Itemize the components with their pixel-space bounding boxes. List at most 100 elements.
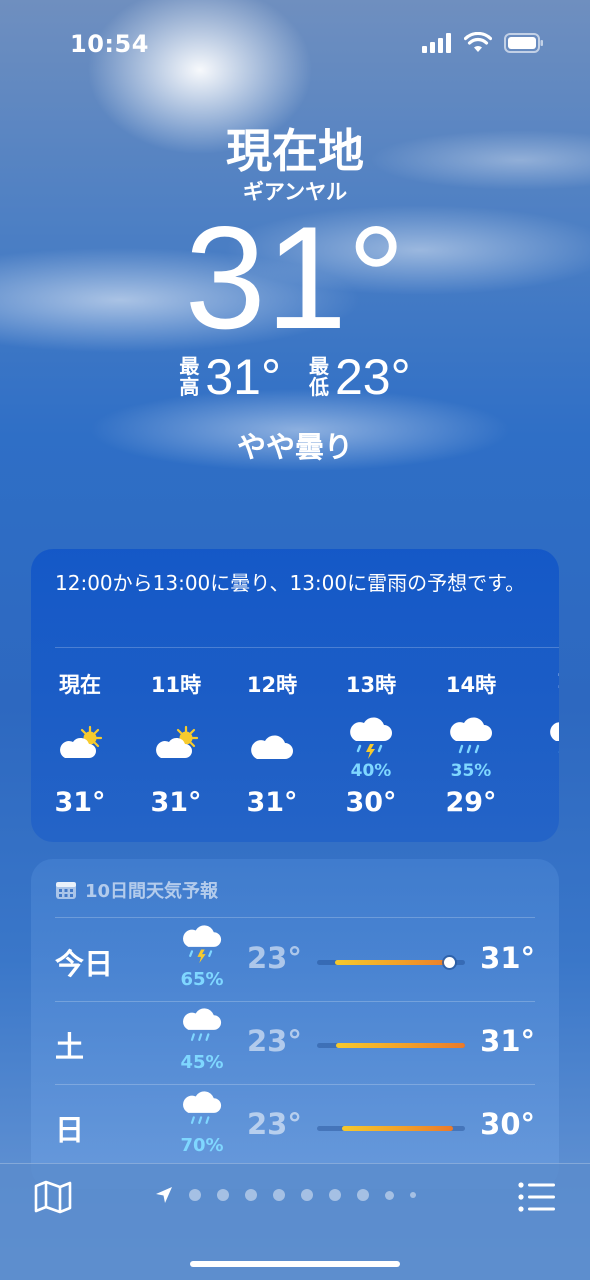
hour-precip: 3 <box>526 761 559 783</box>
hour-label: 13時 <box>345 673 397 697</box>
hour-temp: 31° <box>246 787 298 818</box>
ten-day-forecast-card[interactable]: 10日間天気予報 今日 65% 23° 31° 土 45% 23° 31° 日 … <box>31 859 559 1189</box>
hourly-divider <box>55 647 559 648</box>
page-indicator[interactable] <box>155 1186 416 1204</box>
low-temperature: 最 低 23° <box>309 352 411 402</box>
status-icons <box>422 32 544 53</box>
cloud-icon <box>227 711 317 761</box>
hour-temp: 31° <box>54 787 106 818</box>
page-dot[interactable] <box>301 1189 313 1201</box>
daily-header: 10日間天気予報 <box>55 877 218 903</box>
current-temp-marker <box>443 957 455 968</box>
weather-condition: やや曇り <box>236 430 353 464</box>
hour-precip <box>227 761 317 783</box>
temperature-range-fill <box>334 960 455 965</box>
high-value: 31° <box>205 349 281 405</box>
status-bar: 10:54 <box>0 0 590 90</box>
page-dot[interactable] <box>410 1192 416 1198</box>
low-label-top: 最 <box>309 354 329 378</box>
temperature-range-bar <box>317 1126 465 1131</box>
day-precip: 65% <box>180 969 224 990</box>
page-dot[interactable] <box>357 1189 369 1201</box>
day-low: 23° <box>247 1024 302 1058</box>
hour-temp: 29° <box>445 787 497 818</box>
day-low: 23° <box>247 941 302 975</box>
page-dot[interactable] <box>385 1190 394 1200</box>
page-dot[interactable] <box>217 1189 229 1201</box>
low-label: 最 低 <box>309 356 329 398</box>
status-time: 10:54 <box>70 30 149 58</box>
map-button[interactable] <box>33 1179 73 1215</box>
hour-item[interactable]: 15 3 2 <box>526 669 559 818</box>
hour-precip <box>131 761 221 783</box>
high-low-temperatures: 最 高 31° 最 低 23° <box>0 352 590 402</box>
day-name: 今日 <box>55 947 114 981</box>
temperature-range-bar <box>317 1043 465 1048</box>
temperature-range-fill <box>342 1126 454 1131</box>
temperature-range-bar <box>317 957 465 968</box>
hourly-forecast-card[interactable]: 12:00から13:00に曇り、13:00に雷雨の予想です。 現在 31° 11… <box>31 549 559 842</box>
page-dot[interactable] <box>189 1189 201 1201</box>
hour-label: 12時 <box>246 673 298 697</box>
hour-item[interactable]: 12時 31° <box>227 669 317 818</box>
hour-item[interactable]: 14時 35% 29° <box>426 669 516 818</box>
page-dot[interactable] <box>273 1189 285 1201</box>
low-label-bottom: 低 <box>309 375 329 399</box>
day-precip: 45% <box>180 1052 224 1073</box>
list-icon <box>518 1182 555 1212</box>
rain-icon <box>426 711 516 761</box>
temperature-range-fill <box>336 1043 465 1048</box>
hour-label: 14時 <box>445 673 497 697</box>
day-name: 日 <box>55 1113 85 1147</box>
hour-temp: 2 <box>526 787 559 818</box>
page-dot[interactable] <box>329 1189 341 1201</box>
battery-icon <box>504 32 543 53</box>
day-high: 30° <box>480 1107 535 1141</box>
hour-precip <box>35 761 125 783</box>
low-value: 23° <box>335 349 411 405</box>
day-low: 23° <box>247 1107 302 1141</box>
high-label: 最 高 <box>179 356 199 398</box>
location-title: 現在地 <box>226 124 364 178</box>
cellular-signal-icon <box>422 32 451 53</box>
high-label-bottom: 高 <box>179 375 200 399</box>
hour-precip: 40% <box>350 761 392 781</box>
day-high: 31° <box>480 941 535 975</box>
home-indicator[interactable] <box>190 1261 400 1267</box>
hour-temp: 30° <box>345 787 397 818</box>
daily-divider <box>55 917 535 918</box>
city-list-button[interactable] <box>517 1181 557 1213</box>
hour-item[interactable]: 11時 31° <box>131 669 221 818</box>
rain-icon <box>526 711 559 761</box>
hour-item[interactable]: 現在 31° <box>35 669 125 818</box>
hour-item[interactable]: 13時 40% 30° <box>326 669 416 818</box>
day-high: 31° <box>480 1024 535 1058</box>
day-name: 土 <box>55 1030 85 1064</box>
hour-precip: 35% <box>450 761 492 781</box>
page-dot[interactable] <box>245 1189 257 1201</box>
hourly-summary: 12:00から13:00に曇り、13:00に雷雨の予想です。 <box>55 571 526 595</box>
calendar-icon <box>56 882 76 899</box>
high-temperature: 最 高 31° <box>179 352 281 402</box>
hour-label: 11時 <box>150 673 202 697</box>
hour-label: 15 <box>526 669 559 701</box>
day-row-today[interactable]: 今日 65% 23° 31° <box>55 919 535 1001</box>
day-row-sunday[interactable]: 日 70% 23° 30° <box>55 1085 535 1167</box>
thunderstorm-icon <box>326 711 416 761</box>
thunderstorm-icon: 65% <box>167 925 237 990</box>
day-precip: 70% <box>180 1135 224 1156</box>
day-row-saturday[interactable]: 土 45% 23° 31° <box>55 1002 535 1084</box>
rain-icon: 45% <box>167 1008 237 1073</box>
hour-temp: 31° <box>150 787 202 818</box>
daily-title: 10日間天気予報 <box>85 881 219 902</box>
location-arrow-icon[interactable] <box>155 1186 173 1204</box>
wifi-icon <box>464 32 492 52</box>
hour-label: 現在 <box>59 673 101 697</box>
partly-cloudy-sun-icon <box>131 711 221 761</box>
bottom-toolbar <box>0 1163 590 1280</box>
high-label-top: 最 <box>179 354 200 378</box>
current-temperature: 31° <box>184 196 406 359</box>
partly-cloudy-sun-icon <box>35 711 125 761</box>
map-icon <box>34 1180 72 1214</box>
rain-icon: 70% <box>167 1091 237 1156</box>
